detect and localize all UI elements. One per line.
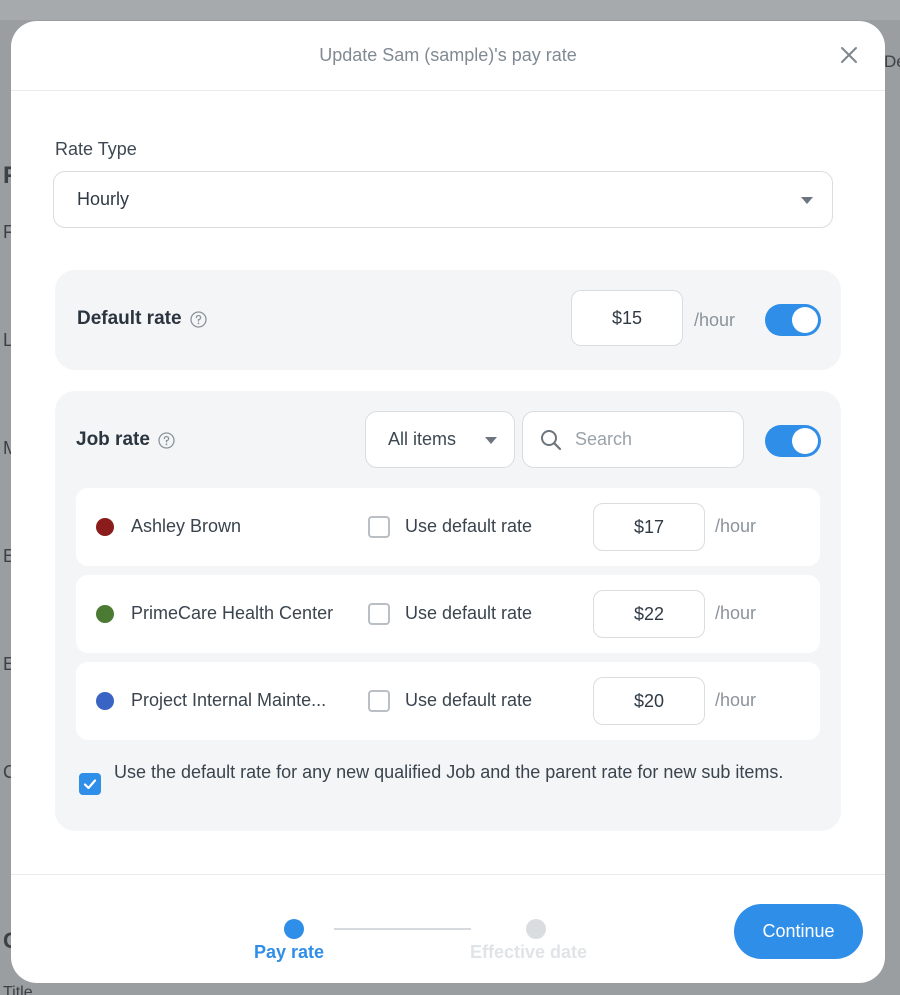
default-rate-input[interactable]: $15 xyxy=(571,290,683,346)
job-rate-title: Job rate xyxy=(76,429,175,451)
step-indicator-pay-rate xyxy=(284,919,304,939)
step-label-effective-date[interactable]: Effective date xyxy=(470,942,587,963)
modal-footer: Pay rate Effective date Continue xyxy=(11,874,885,983)
modal-title: Update Sam (sample)'s pay rate xyxy=(319,45,577,65)
background-topbar xyxy=(0,0,900,20)
search-icon xyxy=(541,429,562,450)
use-default-new-jobs-label: Use the default rate for any new qualifi… xyxy=(114,762,784,782)
close-button[interactable] xyxy=(839,45,859,65)
use-default-new-jobs-checkbox[interactable] xyxy=(79,773,101,795)
job-rate-toggle[interactable] xyxy=(765,425,821,457)
caret-down-icon xyxy=(801,197,813,204)
use-default-checkbox[interactable] xyxy=(368,603,390,625)
job-row: PrimeCare Health Center Use default rate… xyxy=(76,575,820,653)
default-rate-panel: Default rate $15 /hour xyxy=(55,270,841,370)
job-rate-unit: /hour xyxy=(715,690,757,710)
check-icon xyxy=(83,779,97,790)
job-color-dot xyxy=(96,692,114,710)
pay-rate-modal: Update Sam (sample)'s pay rate Rate Type… xyxy=(11,21,885,983)
default-rate-toggle[interactable] xyxy=(765,304,821,336)
modal-header: Update Sam (sample)'s pay rate xyxy=(11,21,885,91)
job-name: PrimeCare Health Center xyxy=(131,603,334,623)
background-text: De xyxy=(884,52,900,71)
use-default-checkbox[interactable] xyxy=(368,690,390,712)
job-name: Ashley Brown xyxy=(131,516,242,536)
job-color-dot xyxy=(96,605,114,623)
job-row: Project Internal Mainte... Use default r… xyxy=(76,662,820,740)
job-rate-unit: /hour xyxy=(715,516,757,536)
use-default-checkbox[interactable] xyxy=(368,516,390,538)
use-default-label: Use default rate xyxy=(405,516,533,536)
job-name: Project Internal Mainte... xyxy=(131,690,327,710)
job-filter-value: All items xyxy=(388,429,457,449)
use-default-label: Use default rate xyxy=(405,603,533,623)
step-indicator-effective-date xyxy=(526,919,546,939)
job-row: Ashley Brown Use default rate $17 /hour xyxy=(76,488,820,566)
job-search xyxy=(522,411,744,468)
default-rate-unit: /hour xyxy=(694,310,736,330)
job-rate-label: Job rate xyxy=(76,429,150,450)
job-rate-input[interactable]: $17 xyxy=(593,503,705,551)
default-rate-title: Default rate xyxy=(77,308,207,330)
caret-down-icon xyxy=(485,437,497,444)
toggle-knob xyxy=(792,307,818,333)
default-rate-label: Default rate xyxy=(77,308,182,329)
job-rate-unit: /hour xyxy=(715,603,757,623)
step-connector xyxy=(334,928,471,930)
job-rate-input[interactable]: $22 xyxy=(593,590,705,638)
job-rate-input[interactable]: $20 xyxy=(593,677,705,725)
rate-type-select[interactable]: Hourly xyxy=(53,171,833,228)
help-icon[interactable] xyxy=(158,431,175,449)
toggle-knob xyxy=(792,428,818,454)
help-icon[interactable] xyxy=(189,310,207,328)
continue-button[interactable]: Continue xyxy=(734,904,863,959)
job-color-dot xyxy=(96,518,114,536)
close-icon xyxy=(841,47,857,63)
search-input[interactable] xyxy=(575,429,725,450)
rate-type-value: Hourly xyxy=(77,189,130,209)
job-rate-panel: Job rate All items Ashley Brown Use defa… xyxy=(55,391,841,831)
job-filter-dropdown[interactable]: All items xyxy=(365,411,515,468)
background-text: Title xyxy=(3,984,33,995)
step-label-pay-rate[interactable]: Pay rate xyxy=(254,942,324,963)
use-default-label: Use default rate xyxy=(405,690,533,710)
rate-type-label: Rate Type xyxy=(55,139,137,159)
